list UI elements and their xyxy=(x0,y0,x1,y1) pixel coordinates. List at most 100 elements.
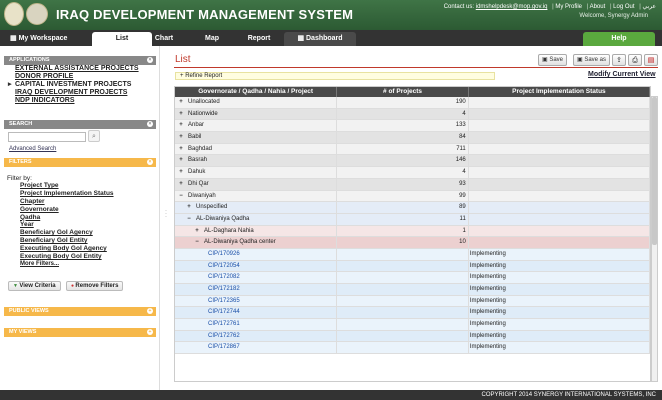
remove-filters-button[interactable]: Remove Filters xyxy=(66,281,124,291)
column-header-location[interactable]: Governorate / Qadha / Nahia / Project xyxy=(175,87,338,97)
location-cell[interactable]: CIP/172082 xyxy=(175,272,338,283)
table-row[interactable]: CIP/172082 Implementing xyxy=(175,272,650,284)
my-views-header[interactable]: MY VIEWS + xyxy=(4,328,156,337)
location-cell[interactable]: CIP/172182 xyxy=(175,284,338,295)
pdf-icon[interactable]: ▤ xyxy=(644,54,658,66)
location-cell[interactable]: CIP/172762 xyxy=(175,330,338,342)
location-cell[interactable]: + Nationwide xyxy=(175,108,338,120)
location-cell[interactable]: − AL-Diwaniya Qadha xyxy=(175,213,338,225)
help-button[interactable]: Help xyxy=(583,32,655,46)
modify-current-view-link[interactable]: Modify Current View xyxy=(588,71,656,78)
table-row[interactable]: − AL-Diwaniya Qadha center 10 xyxy=(175,237,650,249)
expand-icon[interactable]: + xyxy=(147,329,153,335)
filter-year[interactable]: Year xyxy=(20,221,114,229)
app-iraq-development[interactable]: IRAQ DEVELOPMENT PROJECTS xyxy=(0,89,160,97)
expand-icon[interactable]: + xyxy=(177,120,185,131)
filter-project-type[interactable]: Project Type xyxy=(20,182,114,190)
about-link[interactable]: About xyxy=(590,4,606,10)
expand-icon[interactable]: + xyxy=(177,155,185,166)
tab-report[interactable]: Report xyxy=(236,32,282,46)
table-row[interactable]: + Nationwide 4 xyxy=(175,108,650,121)
filter-beneficiary-entity[interactable]: Beneficiary GoI Entity xyxy=(20,237,114,245)
table-row[interactable]: + AL-Daghara Nahia 1 xyxy=(175,225,650,238)
location-cell[interactable]: + Unspecified xyxy=(175,202,338,213)
location-cell[interactable]: − Diwaniyah xyxy=(175,190,338,202)
table-row[interactable]: + Basrah 146 xyxy=(175,155,650,168)
scrollbar-thumb[interactable] xyxy=(652,97,657,245)
collapse-icon[interactable]: × xyxy=(147,57,153,63)
app-donor-profile[interactable]: DONOR PROFILE xyxy=(0,73,160,81)
panel-splitter-handle[interactable]: · · · xyxy=(165,208,167,220)
save-button[interactable]: ▣ Save xyxy=(538,54,568,66)
location-cell[interactable]: CIP/172761 xyxy=(175,319,338,330)
search-icon[interactable]: ⌕ xyxy=(88,130,100,142)
collapse-icon[interactable]: − xyxy=(177,191,185,202)
tab-dashboard[interactable]: ▦ Dashboard xyxy=(284,32,356,46)
expand-icon[interactable]: + xyxy=(193,226,201,237)
public-views-header[interactable]: PUBLIC VIEWS + xyxy=(4,307,156,316)
location-cell[interactable]: + Anbar xyxy=(175,120,338,132)
view-criteria-button[interactable]: View Criteria xyxy=(8,281,61,291)
expand-icon[interactable]: + xyxy=(147,308,153,314)
table-row[interactable]: CIP/172762 Implementing xyxy=(175,330,650,343)
tab-chart[interactable]: Chart xyxy=(139,32,189,46)
expand-icon[interactable]: + xyxy=(177,179,185,190)
expand-icon[interactable]: + xyxy=(177,167,185,178)
table-row[interactable]: − AL-Diwaniya Qadha 11 xyxy=(175,213,650,226)
table-row[interactable]: + Dhi Qar 93 xyxy=(175,178,650,191)
location-cell[interactable]: CIP/170926 xyxy=(175,248,338,260)
filter-executing-entity[interactable]: Executing Body GoI Entity xyxy=(20,253,114,261)
table-row[interactable]: CIP/172054 Implementing xyxy=(175,260,650,273)
tab-map[interactable]: Map xyxy=(190,32,234,46)
location-cell[interactable]: + Unallocated xyxy=(175,97,338,108)
more-filters-link[interactable]: More Filters... xyxy=(20,261,114,269)
location-cell[interactable]: − AL-Diwaniya Qadha center xyxy=(175,237,338,248)
table-row[interactable]: + Dahuk 4 xyxy=(175,167,650,179)
filter-qadha[interactable]: Qadha xyxy=(20,214,114,222)
collapse-icon[interactable]: × xyxy=(147,121,153,127)
location-cell[interactable]: CIP/172744 xyxy=(175,307,338,319)
table-row[interactable]: CIP/172761 Implementing xyxy=(175,319,650,331)
filter-implementation-status[interactable]: Project Implementation Status xyxy=(20,190,114,198)
table-row[interactable]: + Anbar 133 xyxy=(175,120,650,133)
location-cell[interactable]: + Basrah xyxy=(175,155,338,167)
grid-scrollbar[interactable] xyxy=(651,96,658,382)
app-capital-investment[interactable]: CAPITAL INVESTMENT PROJECTS xyxy=(0,81,160,89)
location-cell[interactable]: CIP/172054 xyxy=(175,260,338,272)
table-row[interactable]: CIP/172182 Implementing xyxy=(175,284,650,296)
collapse-icon[interactable]: − xyxy=(185,214,193,225)
search-input[interactable] xyxy=(8,132,86,142)
refine-report-bar[interactable]: + Refine Report xyxy=(175,72,495,80)
location-cell[interactable]: + Baghdad xyxy=(175,143,338,155)
filter-beneficiary-agency[interactable]: Beneficiary GoI Agency xyxy=(20,229,114,237)
table-row[interactable]: − Diwaniyah 99 xyxy=(175,190,650,203)
expand-icon[interactable]: + xyxy=(177,144,185,155)
save-as-button[interactable]: ▣ Save as xyxy=(573,54,611,66)
expand-icon[interactable]: + xyxy=(177,132,185,143)
location-cell[interactable]: + Babil xyxy=(175,132,338,143)
table-row[interactable]: CIP/170926 Implementing xyxy=(175,248,650,261)
app-ndp-indicators[interactable]: NDP INDICATORS xyxy=(0,97,160,105)
collapse-icon[interactable]: − xyxy=(193,237,201,248)
table-row[interactable]: CIP/172365 Implementing xyxy=(175,295,650,308)
expand-icon[interactable]: + xyxy=(185,202,193,213)
collapse-icon[interactable]: × xyxy=(147,159,153,165)
location-cell[interactable]: + Dahuk xyxy=(175,167,338,178)
column-header-count[interactable]: # of Projects xyxy=(337,87,469,97)
filter-executing-agency[interactable]: Executing Body GoI Agency xyxy=(20,245,114,253)
app-external-assistance[interactable]: EXTERNAL ASSISTANCE PROJECTS xyxy=(0,65,160,73)
export-icon[interactable]: ⇪ xyxy=(612,54,626,66)
table-row[interactable]: + Unallocated 190 xyxy=(175,97,650,109)
table-row[interactable]: CIP/172744 Implementing xyxy=(175,307,650,320)
table-row[interactable]: + Babil 84 xyxy=(175,132,650,144)
table-row[interactable]: + Baghdad 711 xyxy=(175,143,650,156)
filter-governorate[interactable]: Governorate xyxy=(20,206,114,214)
print-icon[interactable]: ⎙ xyxy=(628,54,642,66)
expand-icon[interactable]: + xyxy=(177,97,185,108)
advanced-search-link[interactable]: Advanced Search xyxy=(9,146,56,152)
location-cell[interactable]: CIP/172365 xyxy=(175,295,338,307)
filter-chapter[interactable]: Chapter xyxy=(20,198,114,206)
location-cell[interactable]: CIP/172867 xyxy=(175,342,338,354)
language-link[interactable]: عربي xyxy=(642,4,656,10)
column-header-status[interactable]: Project Implementation Status xyxy=(469,87,650,97)
